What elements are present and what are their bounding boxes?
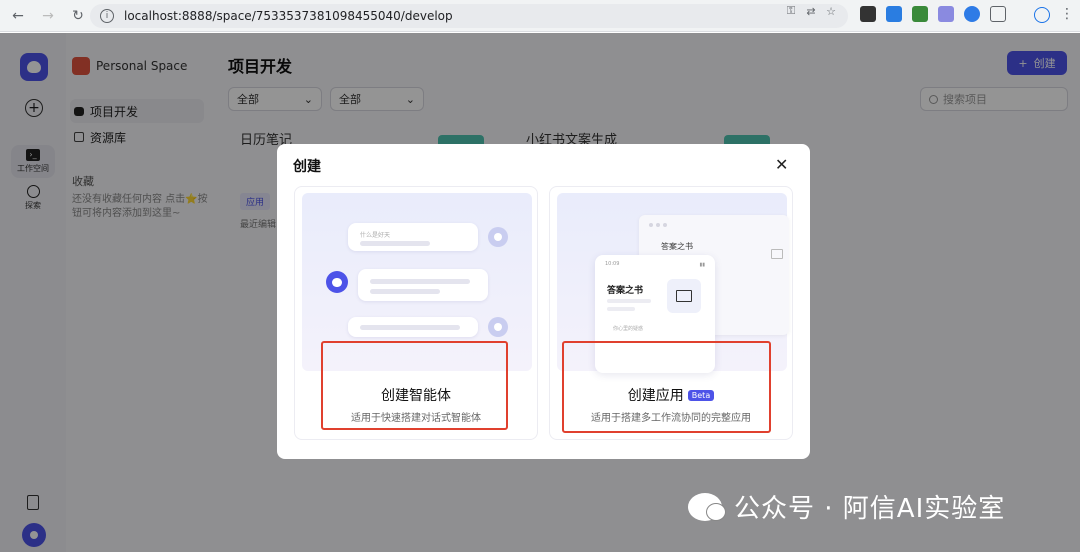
close-icon[interactable]: ✕ — [775, 155, 788, 174]
reload-icon[interactable]: ↻ — [66, 4, 90, 28]
extension-icon[interactable] — [860, 6, 876, 22]
key-icon[interactable]: ⚿ — [784, 4, 798, 18]
address-bar[interactable]: i localhost:8888/space/75335373810984550… — [90, 4, 848, 28]
chat-bubble: 什么是好天 — [348, 223, 478, 251]
puzzle-icon[interactable] — [990, 6, 1006, 22]
phone-title: 答案之书 — [607, 286, 644, 296]
user-avatar-icon — [488, 317, 508, 337]
phone-time: 10:09 — [605, 261, 620, 267]
browser-toolbar: ← → ↻ i localhost:8888/space/75335373810… — [0, 0, 1080, 32]
url-text: localhost:8888/space/7533537381098455040… — [124, 9, 453, 23]
book-icon — [667, 279, 701, 313]
translate-icon[interactable]: ⇄ — [804, 4, 818, 18]
book-icon — [771, 249, 783, 259]
star-icon[interactable]: ☆ — [824, 4, 838, 18]
watermark: 公众号 · 阿信AI实验室 — [688, 488, 1005, 525]
extension-icon[interactable] — [912, 6, 928, 22]
wechat-icon — [688, 492, 726, 521]
back-icon[interactable]: ← — [6, 4, 30, 28]
profile-icon[interactable] — [1034, 7, 1050, 23]
user-avatar-icon — [488, 227, 508, 247]
extension-icon[interactable] — [964, 6, 980, 22]
chat-bubble — [348, 317, 478, 337]
create-dialog: 创建 ✕ 什么是好天 创建智能体 适用于快速搭建对话式智能体 答案之书 10:0… — [277, 144, 810, 459]
chat-bubble-text: 什么是好天 — [360, 232, 391, 239]
highlight-box — [321, 341, 508, 430]
bot-avatar-icon — [326, 271, 348, 293]
forward-icon[interactable]: → — [36, 4, 60, 28]
signal-icon: ▮▮ — [699, 262, 705, 268]
extension-icon[interactable] — [886, 6, 902, 22]
extension-icon[interactable] — [938, 6, 954, 22]
phone-footer-text: 你心里的疑惑 — [613, 326, 644, 332]
dialog-title: 创建 — [293, 159, 321, 175]
kebab-menu-icon[interactable]: ⋮ — [1060, 6, 1074, 22]
window-title: 答案之书 — [661, 242, 693, 251]
chat-bubble — [358, 269, 488, 301]
watermark-text: 公众号 · 阿信AI实验室 — [734, 494, 1006, 524]
site-info-icon[interactable]: i — [100, 9, 114, 23]
highlight-box — [562, 341, 771, 433]
